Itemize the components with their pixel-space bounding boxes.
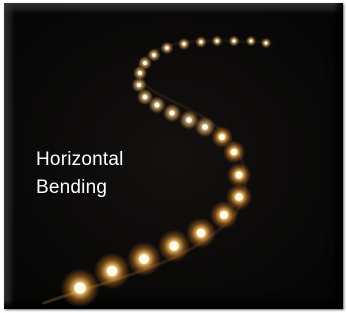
led-light	[169, 241, 179, 251]
led-light	[232, 39, 236, 43]
led-light	[74, 282, 86, 294]
led-light	[196, 228, 206, 238]
led-light	[154, 102, 160, 108]
led-light	[136, 82, 142, 88]
led-light	[235, 193, 243, 201]
led-light	[219, 210, 229, 220]
led-light	[142, 94, 148, 100]
caption-line-2: Bending	[36, 177, 108, 198]
led-light	[264, 41, 268, 45]
led-light	[249, 39, 253, 43]
led-light	[139, 254, 149, 264]
led-light	[215, 39, 219, 43]
led-light	[165, 46, 169, 50]
led-light	[152, 53, 156, 57]
led-light	[218, 133, 226, 141]
led-light	[143, 61, 147, 65]
led-light	[137, 70, 143, 76]
caption-line-1: Horizontal	[36, 149, 124, 170]
led-light	[106, 265, 118, 277]
led-light	[169, 110, 175, 116]
led-light	[235, 171, 243, 179]
caption: Horizontal Bending	[36, 146, 124, 202]
led-light	[199, 40, 203, 44]
led-light	[186, 117, 192, 123]
image-frame: Horizontal Bending	[4, 3, 343, 309]
led-light	[202, 124, 208, 130]
led-light	[230, 148, 238, 156]
led-light	[182, 42, 186, 46]
